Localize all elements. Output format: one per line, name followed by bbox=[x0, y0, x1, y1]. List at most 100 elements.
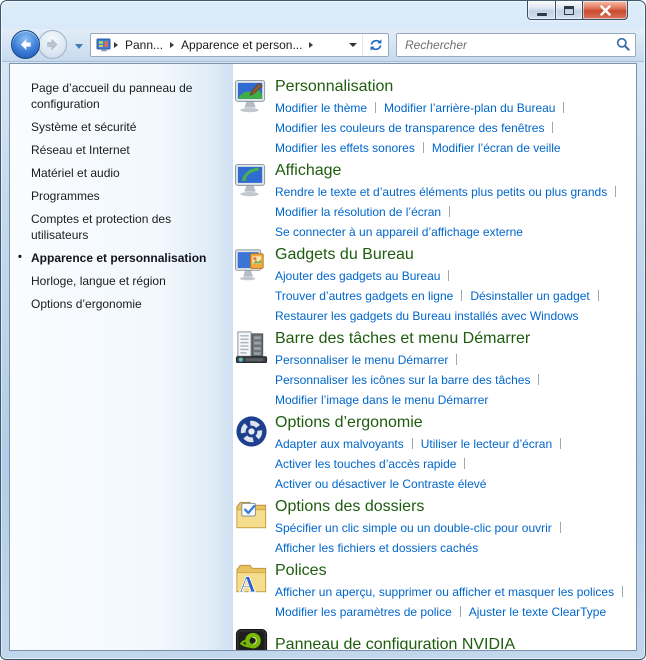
maximize-button[interactable] bbox=[556, 1, 583, 20]
sidebar-item[interactable]: Comptes et protection des utilisateurs bbox=[10, 211, 233, 243]
section-body: Polices Afficher un aperçu, supprimer ou… bbox=[275, 561, 631, 622]
task-link[interactable]: Afficher les fichiers et dossiers cachés bbox=[275, 541, 478, 555]
link-separator bbox=[448, 270, 450, 281]
link-separator bbox=[411, 438, 413, 449]
refresh-button[interactable] bbox=[362, 34, 388, 56]
task-link[interactable]: Modifier les paramètres de police bbox=[275, 605, 452, 619]
nav-buttons bbox=[11, 30, 69, 60]
section-title[interactable]: Polices bbox=[275, 561, 631, 581]
sidebar-item[interactable]: Système et sécurité bbox=[10, 119, 233, 135]
sidebar-item-label: Système et sécurité bbox=[31, 120, 137, 134]
display-icon bbox=[234, 162, 269, 197]
search-icon[interactable] bbox=[616, 37, 630, 51]
task-link[interactable]: Rendre le texte et d’autres éléments plu… bbox=[275, 185, 607, 199]
section: Personnalisation Modifier le thème Modifi… bbox=[234, 77, 632, 158]
breadcrumb-arrow-icon[interactable] bbox=[170, 42, 175, 48]
section-title[interactable]: Options d’ergonomie bbox=[275, 413, 569, 433]
address-dropdown-button[interactable] bbox=[344, 43, 362, 47]
sidebar-item-label: Apparence et personnalisation bbox=[31, 251, 207, 265]
task-link[interactable]: Modifier les effets sonores bbox=[275, 141, 415, 155]
task-link[interactable]: Se connecter à un appareil d’affichage e… bbox=[275, 225, 523, 239]
task-link[interactable]: Modifier l’image dans le menu Démarrer bbox=[275, 393, 488, 407]
task-link[interactable]: Désinstaller un gadget bbox=[470, 289, 589, 303]
section-body: Affichage Rendre le texte et d’autres él… bbox=[275, 161, 624, 242]
folder-options-icon bbox=[234, 498, 269, 533]
link-separator bbox=[563, 102, 565, 113]
sidebar-item[interactable]: • Apparence et personnalisation bbox=[10, 250, 233, 266]
section-title[interactable]: Personnalisation bbox=[275, 77, 572, 97]
link-separator bbox=[375, 102, 377, 113]
maximize-icon bbox=[564, 5, 574, 15]
task-link-line: Adapter aux malvoyants Utiliser le lecteu… bbox=[275, 434, 569, 454]
section: Barre des tâches et menu Démarrer Person… bbox=[234, 329, 632, 410]
task-link-line: Modifier le thème Modifier l’arrière-plan… bbox=[275, 98, 572, 118]
task-link[interactable]: Trouver d’autres gadgets en ligne bbox=[275, 289, 453, 303]
sidebar-item-label: Page d’accueil du panneau de configurati… bbox=[31, 81, 193, 111]
task-link[interactable]: Modifier le thème bbox=[275, 101, 367, 115]
breadcrumb-appearance[interactable]: Apparence et person... bbox=[176, 38, 307, 52]
section-links: Ajouter des gadgets au Bureau Trouver d’a… bbox=[275, 266, 607, 326]
link-separator bbox=[538, 374, 540, 385]
minimize-button[interactable] bbox=[527, 1, 556, 20]
task-link-line: Ajouter des gadgets au Bureau bbox=[275, 266, 607, 286]
sidebar-nav: Page d’accueil du panneau de configurati… bbox=[10, 64, 233, 650]
task-link-line: Trouver d’autres gadgets en ligne Désinst… bbox=[275, 286, 607, 306]
sidebar-item[interactable]: Réseau et Internet bbox=[10, 142, 233, 158]
task-link[interactable]: Restaurer les gadgets du Bureau installé… bbox=[275, 309, 579, 323]
search-input[interactable] bbox=[396, 33, 636, 57]
desktop-gadgets-icon bbox=[234, 246, 269, 281]
task-link[interactable]: Activer les touches d’accès rapide bbox=[275, 457, 456, 471]
ease-of-access-icon bbox=[234, 414, 269, 449]
section-links: Personnaliser le menu Démarrer Personnali… bbox=[275, 350, 547, 410]
section-title[interactable]: Gadgets du Bureau bbox=[275, 245, 607, 265]
link-separator bbox=[552, 122, 554, 133]
task-link[interactable]: Spécifier un clic simple ou un double-cl… bbox=[275, 521, 552, 535]
task-link[interactable]: Afficher un aperçu, supprimer ou affiche… bbox=[275, 585, 614, 599]
breadcrumb-arrow-icon[interactable] bbox=[309, 42, 314, 48]
section-title[interactable]: Barre des tâches et menu Démarrer bbox=[275, 329, 547, 349]
active-bullet-icon: • bbox=[18, 251, 22, 263]
title-bar[interactable] bbox=[1, 1, 645, 29]
task-link-line: Activer ou désactiver le Contraste élevé bbox=[275, 474, 569, 494]
sidebar-item[interactable]: Options d’ergonomie bbox=[10, 296, 233, 312]
task-link[interactable]: Personnaliser les icônes sur la barre de… bbox=[275, 373, 530, 387]
sidebar-item[interactable]: Matériel et audio bbox=[10, 165, 233, 181]
task-link-line: Modifier les effets sonores Modifier l’éc… bbox=[275, 138, 572, 158]
recent-pages-chevron-icon[interactable] bbox=[75, 44, 83, 49]
link-separator bbox=[459, 606, 461, 617]
sidebar-item[interactable]: Horloge, langue et région bbox=[10, 273, 233, 289]
task-link[interactable]: Modifier l’écran de veille bbox=[432, 141, 561, 155]
task-link[interactable]: Modifier la résolution de l’écran bbox=[275, 205, 441, 219]
section-links: Rendre le texte et d’autres éléments plu… bbox=[275, 182, 624, 242]
task-link[interactable]: Modifier les couleurs de transparence de… bbox=[275, 121, 544, 135]
sidebar-item[interactable]: Programmes bbox=[10, 188, 233, 204]
task-link-line: Personnaliser les icônes sur la barre de… bbox=[275, 370, 547, 390]
task-link[interactable]: Ajuster le texte ClearType bbox=[469, 605, 606, 619]
sidebar-item[interactable]: Page d’accueil du panneau de configurati… bbox=[10, 80, 233, 112]
task-link[interactable]: Modifier l’arrière-plan du Bureau bbox=[384, 101, 555, 115]
section-title[interactable]: Options des dossiers bbox=[275, 497, 569, 517]
svg-text:A: A bbox=[239, 572, 256, 597]
search-box bbox=[396, 33, 636, 57]
section-title[interactable]: Affichage bbox=[275, 161, 624, 181]
section-title[interactable]: Panneau de configuration NVIDIA bbox=[275, 635, 515, 651]
breadcrumb-arrow-icon[interactable] bbox=[114, 42, 118, 48]
task-link[interactable]: Adapter aux malvoyants bbox=[275, 437, 404, 451]
task-link[interactable]: Personnaliser le menu Démarrer bbox=[275, 353, 448, 367]
control-panel-icon bbox=[96, 38, 111, 52]
address-bar[interactable]: Pann... Apparence et person... bbox=[90, 33, 389, 57]
navigation-toolbar: Pann... Apparence et person... bbox=[2, 29, 644, 62]
breadcrumb-control-panel[interactable]: Pann... bbox=[120, 38, 168, 52]
close-button[interactable] bbox=[583, 1, 628, 20]
task-link[interactable]: Ajouter des gadgets au Bureau bbox=[275, 269, 440, 283]
control-panel-window: Pann... Apparence et person... Recherche… bbox=[0, 0, 646, 660]
section-links: Afficher un aperçu, supprimer ou affiche… bbox=[275, 582, 631, 622]
forward-arrow-icon bbox=[47, 38, 58, 51]
link-separator bbox=[615, 186, 617, 197]
back-button[interactable] bbox=[11, 30, 40, 59]
task-link[interactable]: Utiliser le lecteur d’écran bbox=[421, 437, 552, 451]
forward-button[interactable] bbox=[38, 30, 67, 59]
window-controls bbox=[527, 1, 628, 20]
task-link[interactable]: Activer ou désactiver le Contraste élevé bbox=[275, 477, 486, 491]
section: Options des dossiers Spécifier un clic s… bbox=[234, 497, 632, 558]
